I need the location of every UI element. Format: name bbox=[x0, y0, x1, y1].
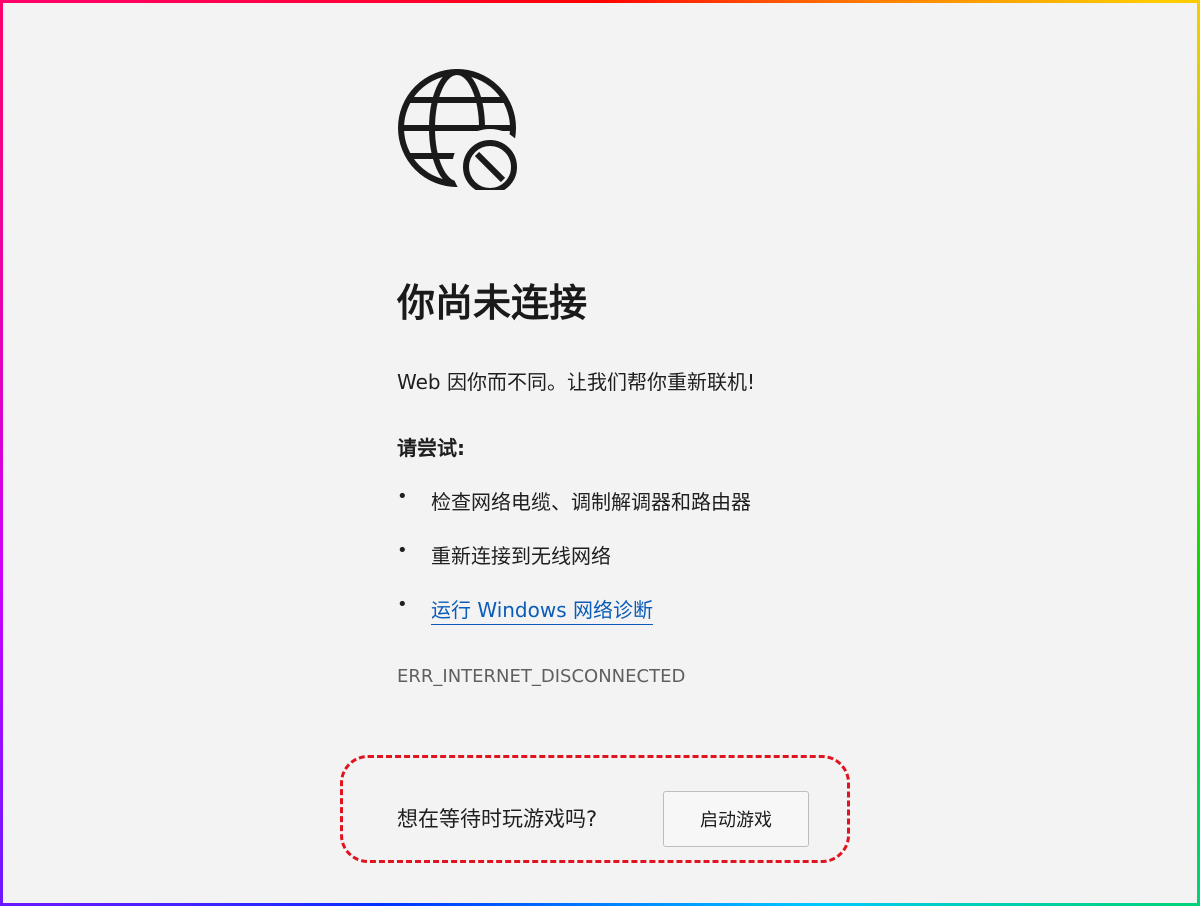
game-prompt: 想在等待时玩游戏吗? bbox=[397, 807, 598, 831]
page-title: 你尚未连接 bbox=[397, 281, 588, 325]
suggestion-list: • 检查网络电缆、调制解调器和路由器 • 重新连接到无线网络 • 运行 Wind… bbox=[397, 486, 867, 648]
globe-blocked-icon bbox=[398, 69, 517, 190]
suggestion-item-reconnect-wifi: • 重新连接到无线网络 bbox=[397, 540, 867, 594]
launch-game-button[interactable]: 启动游戏 bbox=[663, 791, 809, 847]
suggestion-text: 重新连接到无线网络 bbox=[431, 544, 611, 568]
bullet: • bbox=[397, 594, 408, 615]
suggestion-text: 检查网络电缆、调制解调器和路由器 bbox=[431, 490, 751, 514]
bullet: • bbox=[397, 486, 408, 507]
page-subtitle: Web 因你而不同。让我们帮你重新联机! bbox=[397, 370, 755, 394]
suggestion-item-check-cables: • 检查网络电缆、调制解调器和路由器 bbox=[397, 486, 867, 540]
bullet: • bbox=[397, 540, 408, 561]
error-code: ERR_INTERNET_DISCONNECTED bbox=[397, 666, 686, 687]
suggestion-item-network-diagnostics: • 运行 Windows 网络诊断 bbox=[397, 594, 867, 648]
try-label: 请尝试: bbox=[397, 436, 465, 460]
network-diagnostics-link[interactable]: 运行 Windows 网络诊断 bbox=[431, 594, 653, 625]
